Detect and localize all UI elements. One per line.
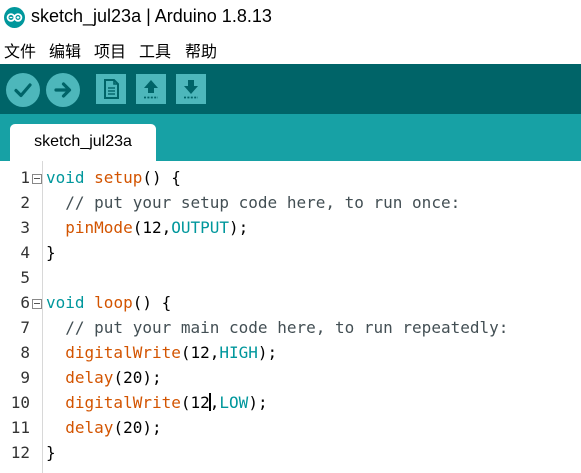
code-line[interactable]: 7 // put your main code here, to run rep… [0,315,581,340]
code-token: ); [229,218,249,237]
code-text: } [46,443,56,462]
code-token: delay [65,368,114,387]
line-number: 1 [20,168,30,187]
code-line[interactable]: 1 void setup() { [0,165,581,190]
code-token: // put your main code here, to run repea… [46,318,509,337]
code-line[interactable]: 10 digitalWrite(12,LOW); [0,390,581,415]
line-number: 8 [20,343,30,362]
verify-button[interactable] [6,73,40,107]
code-text: // put your main code here, to run repea… [46,318,508,337]
save-button[interactable] [176,74,206,104]
save-icon [184,80,198,99]
code-token: pinMode [65,218,133,237]
code-token: ); [248,393,268,412]
menu-bar: 文件 编辑 项目 工具 帮助 [0,36,581,64]
code-text: digitalWrite(12,HIGH); [46,343,277,362]
code-token: digitalWrite [65,393,181,412]
code-text: // put your setup code here, to run once… [46,193,460,212]
line-number: 3 [20,218,30,237]
code-token: HIGH [219,343,258,362]
upload-button[interactable] [46,73,80,107]
code-line[interactable]: 9 delay(20); [0,365,581,390]
line-number: 7 [20,318,30,337]
code-text: digitalWrite(12,LOW); [46,393,268,412]
menu-help[interactable]: 帮助 [185,38,217,62]
code-token: () { [142,168,181,187]
code-token: digitalWrite [65,343,181,362]
code-text: void setup() { [46,168,181,187]
line-number: 5 [20,268,30,287]
code-text: void loop() { [46,293,171,312]
menu-edit[interactable]: 编辑 [49,38,81,62]
verify-icon [14,83,32,98]
tab-label: sketch_jul23a [34,133,132,150]
new-icon [104,79,119,99]
code-line[interactable]: 5 [0,265,581,290]
fold-toggle-icon[interactable] [32,299,42,309]
upload-icon [54,82,72,98]
tab-sketch[interactable]: sketch_jul23a [10,124,156,161]
menu-file[interactable]: 文件 [4,38,36,62]
code-token: (12, [132,218,172,237]
open-icon [144,80,158,99]
code-editor[interactable]: 1 void setup() {2 // put your setup code … [0,161,581,473]
code-line[interactable]: 11 delay(20); [0,415,581,440]
code-token: LOW [219,393,249,412]
tab-strip: sketch_jul23a [0,114,581,161]
line-number: 10 [10,393,30,412]
code-token: ); [257,343,278,362]
code-line[interactable]: 6 void loop() { [0,290,581,315]
fold-toggle-icon[interactable] [32,174,42,184]
line-number: 11 [10,418,30,437]
code-token: () { [132,293,172,312]
line-number: 2 [20,193,30,212]
code-token: (12 [180,393,210,412]
new-button[interactable] [96,74,126,104]
line-number: 6 [20,293,30,312]
menu-tools[interactable]: 工具 [139,38,171,62]
code-token: void [46,168,85,187]
code-token: // put your setup code here, to run once… [46,193,461,212]
code-token: } [46,443,56,462]
code-token: OUTPUT [171,218,230,237]
window-title: sketch_jul23a | Arduino 1.8.13 [31,6,272,26]
code-text: } [46,243,56,262]
code-token: } [46,243,56,262]
code-token: (20); [113,418,162,437]
title-bar: sketch_jul23a | Arduino 1.8.13 [0,0,581,36]
code-text: delay(20); [46,418,162,437]
menu-project[interactable]: 项目 [94,38,126,62]
code-line[interactable]: 8 digitalWrite(12,HIGH); [0,340,581,365]
code-line[interactable]: 12} [0,440,581,465]
code-token: loop [94,293,133,312]
code-text: delay(20); [46,368,162,387]
toolbar [0,64,581,114]
code-token: delay [65,418,114,437]
code-token: setup [94,168,143,187]
code-token: (12, [180,343,220,362]
code-line[interactable]: 3 pinMode(12,OUTPUT); [0,215,581,240]
line-number: 4 [20,243,30,262]
line-number: 9 [20,368,30,387]
line-number: 12 [10,443,30,462]
code-token: , [209,393,220,412]
code-line[interactable]: 4} [0,240,581,265]
code-token: (20); [113,368,162,387]
code-line[interactable]: 2 // put your setup code here, to run on… [0,190,581,215]
arduino-logo-icon [4,7,25,28]
code-token: void [46,293,85,312]
open-button[interactable] [136,74,166,104]
code-text: pinMode(12,OUTPUT); [46,218,248,237]
